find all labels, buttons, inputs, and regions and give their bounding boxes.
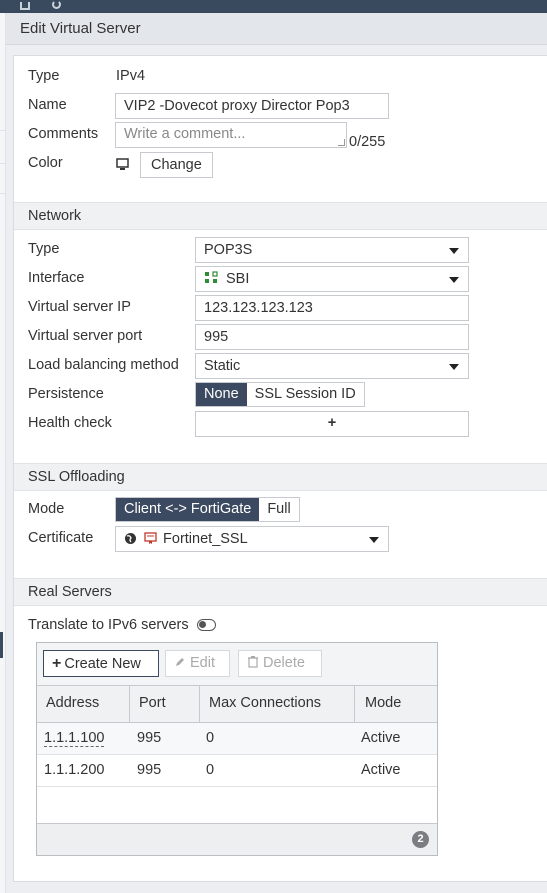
network-type-value: POP3S <box>204 242 253 258</box>
color-change-button[interactable]: Change <box>140 152 213 178</box>
real-servers-section-header: Real Servers <box>14 578 547 606</box>
search-icon[interactable] <box>52 0 61 9</box>
edit-form-panel: Type IPv4 Name VIP2 -Dovecot proxy Direc… <box>13 55 547 882</box>
row-port: 995 <box>137 762 162 778</box>
ssl-section-header: SSL Offloading <box>14 463 547 491</box>
certificate-value: Fortinet_SSL <box>163 531 248 547</box>
table-row[interactable]: 1.1.1.100 995 0 Active <box>37 723 437 755</box>
name-input[interactable]: VIP2 -Dovecot proxy Director Pop3 <box>115 93 389 119</box>
network-type-label: Type <box>28 241 60 257</box>
monitor-icon <box>116 158 129 174</box>
resize-grip-icon[interactable] <box>338 139 345 146</box>
row-address: 1.1.1.200 <box>44 762 105 778</box>
certificate-icon <box>144 532 157 549</box>
trash-icon <box>247 655 259 672</box>
real-servers-section-title: Real Servers <box>28 584 112 600</box>
row-count-badge: 2 <box>412 831 429 848</box>
persistence-toggle-group: None SSL Session ID <box>195 382 365 407</box>
persistence-label: Persistence <box>28 386 104 402</box>
vs-ip-label: Virtual server IP <box>28 299 131 315</box>
ssl-mode-full-option[interactable]: Full <box>259 498 299 521</box>
edit-button[interactable]: Edit <box>165 650 230 677</box>
row-max-connections: 0 <box>206 730 215 746</box>
certificate-select[interactable]: Fortinet_SSL <box>115 526 389 552</box>
real-servers-table: + Create New Edit Delete Address Port Max… <box>36 642 438 856</box>
lb-method-label: Load balancing method <box>28 357 179 373</box>
table-toolbar: + Create New Edit Delete <box>37 643 437 686</box>
dialog-title: Edit Virtual Server <box>20 20 141 37</box>
plus-icon: + <box>52 655 62 672</box>
column-header-mode[interactable]: Mode <box>365 695 401 711</box>
create-new-label: Create New <box>64 656 141 672</box>
create-new-button[interactable]: + Create New <box>43 650 159 677</box>
type-value: IPv4 <box>116 68 146 84</box>
row-mode: Active <box>361 762 401 778</box>
table-row[interactable]: 1.1.1.200 995 0 Active <box>37 755 437 787</box>
comments-label: Comments <box>28 126 99 142</box>
chevron-down-icon <box>449 277 459 283</box>
table-header: Address Port Max Connections Mode <box>37 686 437 723</box>
chevron-down-icon <box>369 537 379 543</box>
persistence-ssl-session-option[interactable]: SSL Session ID <box>246 383 364 406</box>
ssl-mode-client-fortigate-option[interactable]: Client <-> FortiGate <box>116 498 260 521</box>
pencil-icon <box>174 656 186 672</box>
globe-icon <box>124 532 137 549</box>
ssl-mode-toggle-group: Client <-> FortiGate Full <box>115 497 300 522</box>
name-label: Name <box>28 97 67 113</box>
chevron-down-icon <box>449 248 459 254</box>
delete-label: Delete <box>263 655 305 671</box>
column-header-port[interactable]: Port <box>139 695 166 711</box>
dialog-titlebar: Edit Virtual Server <box>6 13 547 45</box>
edit-label: Edit <box>190 655 215 671</box>
interface-label: Interface <box>28 270 85 286</box>
left-sidebar-edge <box>0 13 6 893</box>
vs-port-label: Virtual server port <box>28 328 143 344</box>
health-check-add-button[interactable]: + <box>195 411 469 437</box>
persistence-none-option[interactable]: None <box>196 383 247 406</box>
network-type-select[interactable]: POP3S <box>195 237 469 263</box>
vs-port-input[interactable]: 995 <box>195 324 469 350</box>
network-section-header: Network <box>14 202 547 230</box>
vs-ip-input[interactable]: 123.123.123.123 <box>195 295 469 321</box>
sidebar-active-indicator <box>0 632 3 658</box>
table-footer: 2 <box>37 823 437 855</box>
toggle-knob <box>199 621 206 628</box>
row-max-connections: 0 <box>206 762 215 778</box>
row-mode: Active <box>361 730 401 746</box>
row-port: 995 <box>137 730 162 746</box>
certificate-label: Certificate <box>28 530 94 546</box>
delete-button[interactable]: Delete <box>238 650 322 677</box>
menu-icon[interactable] <box>20 2 30 10</box>
comments-counter: 0/255 <box>349 134 386 150</box>
comments-textarea[interactable]: Write a comment... <box>115 122 347 148</box>
column-header-max-connections[interactable]: Max Connections <box>209 695 321 711</box>
column-header-address[interactable]: Address <box>46 695 99 711</box>
interface-select[interactable]: SBI <box>195 266 469 292</box>
lb-method-value: Static <box>204 358 241 374</box>
port-icon <box>204 271 220 289</box>
row-address: 1.1.1.100 <box>44 730 105 747</box>
ssl-section-title: SSL Offloading <box>28 469 125 485</box>
lb-method-select[interactable]: Static <box>195 353 469 379</box>
network-section-title: Network <box>28 208 82 224</box>
color-label: Color <box>28 155 63 171</box>
interface-value: SBI <box>226 271 250 287</box>
chevron-down-icon <box>449 364 459 370</box>
ipv6-translate-label: Translate to IPv6 servers <box>28 617 189 633</box>
type-label: Type <box>28 68 60 84</box>
ssl-mode-label: Mode <box>28 501 65 517</box>
health-check-label: Health check <box>28 415 112 431</box>
comments-placeholder: Write a comment... <box>124 126 246 142</box>
ipv6-translate-toggle[interactable] <box>197 619 216 631</box>
top-navigation-bar <box>0 0 547 13</box>
